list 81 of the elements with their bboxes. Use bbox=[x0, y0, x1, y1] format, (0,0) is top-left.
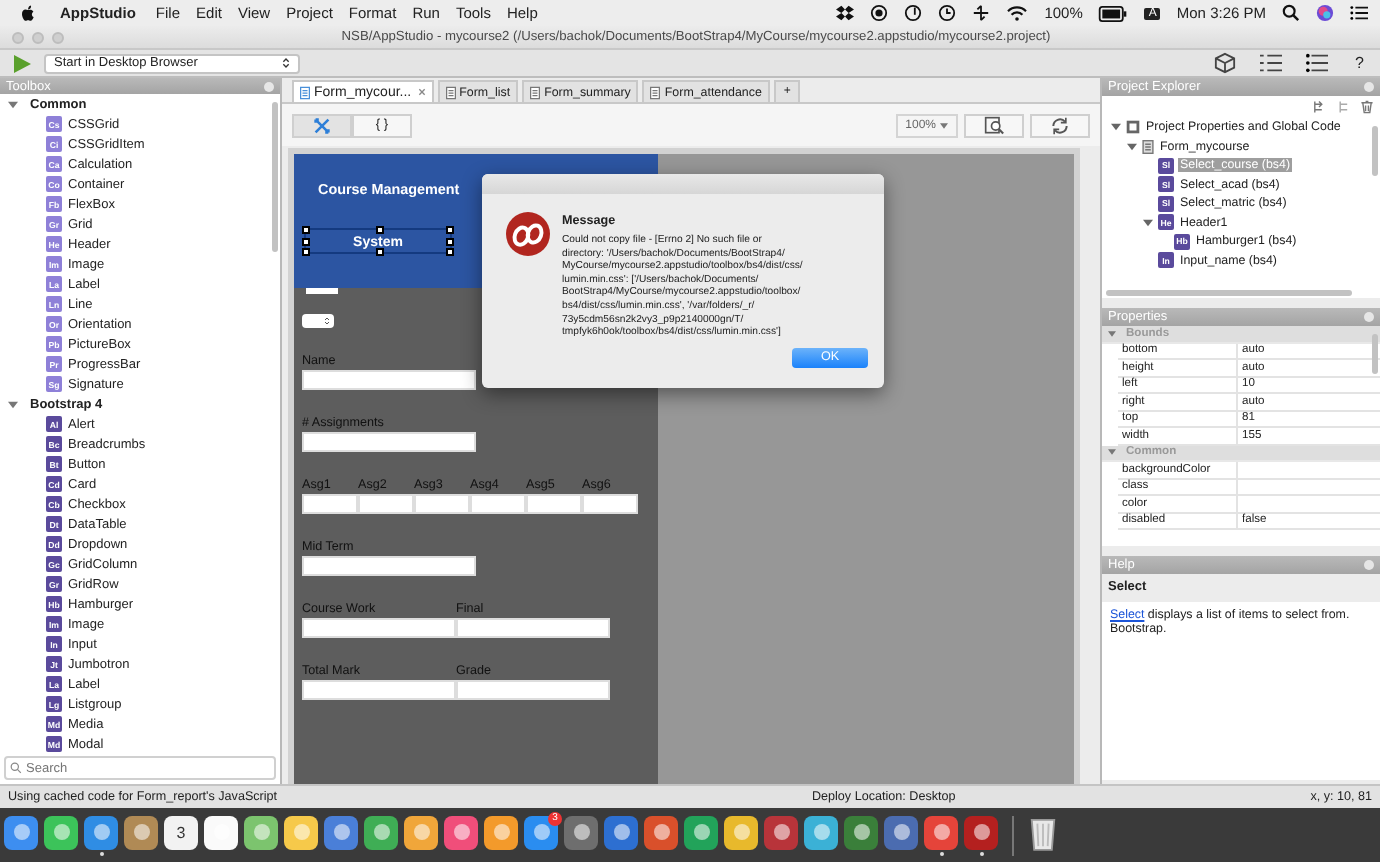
siri-icon[interactable] bbox=[1316, 4, 1334, 22]
list-icon[interactable] bbox=[1350, 4, 1368, 22]
app-icon[interactable] bbox=[804, 815, 838, 849]
search-icon bbox=[10, 762, 22, 774]
chevron-icon bbox=[282, 56, 290, 70]
input-field[interactable] bbox=[302, 432, 476, 452]
app-icon[interactable] bbox=[924, 815, 958, 849]
app-icon[interactable] bbox=[444, 815, 478, 849]
dropbox-icon[interactable] bbox=[836, 4, 855, 22]
form-icon bbox=[1142, 139, 1154, 154]
select-field[interactable] bbox=[302, 314, 334, 328]
search-icon[interactable] bbox=[1282, 4, 1300, 22]
input-field[interactable] bbox=[302, 556, 476, 576]
chevron-icon bbox=[324, 316, 330, 326]
clock-icon[interactable] bbox=[938, 4, 957, 22]
app-icon[interactable] bbox=[84, 815, 118, 849]
trash-icon[interactable] bbox=[1028, 813, 1058, 851]
app-icon[interactable] bbox=[564, 815, 598, 849]
input-field[interactable] bbox=[456, 618, 610, 638]
app-icon[interactable] bbox=[404, 815, 438, 849]
apple-logo-icon[interactable] bbox=[20, 4, 36, 22]
app-icon[interactable] bbox=[4, 815, 38, 849]
app-icon[interactable]: 3 bbox=[164, 815, 198, 849]
document-icon bbox=[445, 85, 456, 99]
app-icon[interactable] bbox=[884, 815, 918, 849]
inspect-button[interactable] bbox=[964, 113, 1024, 137]
document-icon bbox=[530, 85, 541, 99]
app-icon[interactable] bbox=[724, 815, 758, 849]
crossed-tools-icon bbox=[314, 117, 330, 133]
disc-icon[interactable] bbox=[904, 4, 923, 22]
input-field[interactable] bbox=[302, 494, 358, 514]
input-field[interactable] bbox=[302, 370, 476, 390]
design-view-button[interactable] bbox=[292, 113, 352, 137]
input-field[interactable] bbox=[302, 680, 456, 700]
magnifier-icon bbox=[984, 115, 1004, 135]
trash-icon[interactable] bbox=[1360, 100, 1374, 114]
app-icon[interactable] bbox=[484, 815, 518, 849]
app-icon[interactable] bbox=[684, 815, 718, 849]
checklist-icon[interactable] bbox=[1259, 52, 1282, 74]
input-field[interactable] bbox=[414, 494, 470, 514]
disclosure-triangle[interactable] bbox=[1108, 448, 1116, 457]
disclosure-triangle[interactable] bbox=[8, 399, 18, 409]
input-field[interactable] bbox=[358, 494, 414, 514]
cube-icon[interactable] bbox=[1213, 52, 1236, 74]
app-icon[interactable] bbox=[244, 815, 278, 849]
app-icon[interactable] bbox=[44, 815, 78, 849]
input-field[interactable] bbox=[526, 494, 582, 514]
close-icon[interactable] bbox=[417, 88, 426, 96]
app-icon[interactable] bbox=[964, 815, 998, 849]
wifi-icon[interactable] bbox=[1006, 4, 1029, 22]
disclosure-triangle[interactable] bbox=[1108, 329, 1116, 338]
document-icon bbox=[300, 85, 310, 99]
input-field[interactable] bbox=[302, 618, 456, 638]
app-icon[interactable] bbox=[324, 815, 358, 849]
document-icon bbox=[650, 85, 661, 99]
battery-icon[interactable] bbox=[1098, 5, 1129, 21]
refresh-button[interactable] bbox=[1030, 113, 1090, 137]
input-field[interactable] bbox=[456, 680, 610, 700]
move-in-icon[interactable] bbox=[1312, 100, 1326, 114]
input-field[interactable] bbox=[470, 494, 526, 514]
caret-icon bbox=[940, 121, 948, 129]
app-icon[interactable] bbox=[204, 815, 238, 849]
app-icon[interactable] bbox=[364, 815, 398, 849]
help-button[interactable]: ? bbox=[1355, 54, 1364, 72]
app-icon[interactable] bbox=[844, 815, 878, 849]
disclosure-triangle[interactable] bbox=[8, 99, 18, 109]
arrows-icon[interactable] bbox=[972, 4, 991, 22]
input-field[interactable] bbox=[582, 494, 638, 514]
app-icon[interactable] bbox=[124, 815, 158, 849]
disclosure-triangle[interactable] bbox=[1126, 141, 1138, 152]
refresh-icon bbox=[1050, 115, 1070, 135]
app-logo-icon bbox=[506, 212, 550, 256]
app-icon[interactable] bbox=[644, 815, 678, 849]
input-field[interactable] bbox=[306, 288, 338, 294]
app-icon[interactable] bbox=[764, 815, 798, 849]
app-icon[interactable] bbox=[604, 815, 638, 849]
list-icon[interactable] bbox=[1305, 52, 1328, 74]
disclosure-triangle[interactable] bbox=[1110, 122, 1122, 133]
record-icon[interactable] bbox=[870, 4, 889, 22]
app-icon[interactable] bbox=[284, 815, 318, 849]
disclosure-triangle[interactable] bbox=[1142, 217, 1154, 228]
